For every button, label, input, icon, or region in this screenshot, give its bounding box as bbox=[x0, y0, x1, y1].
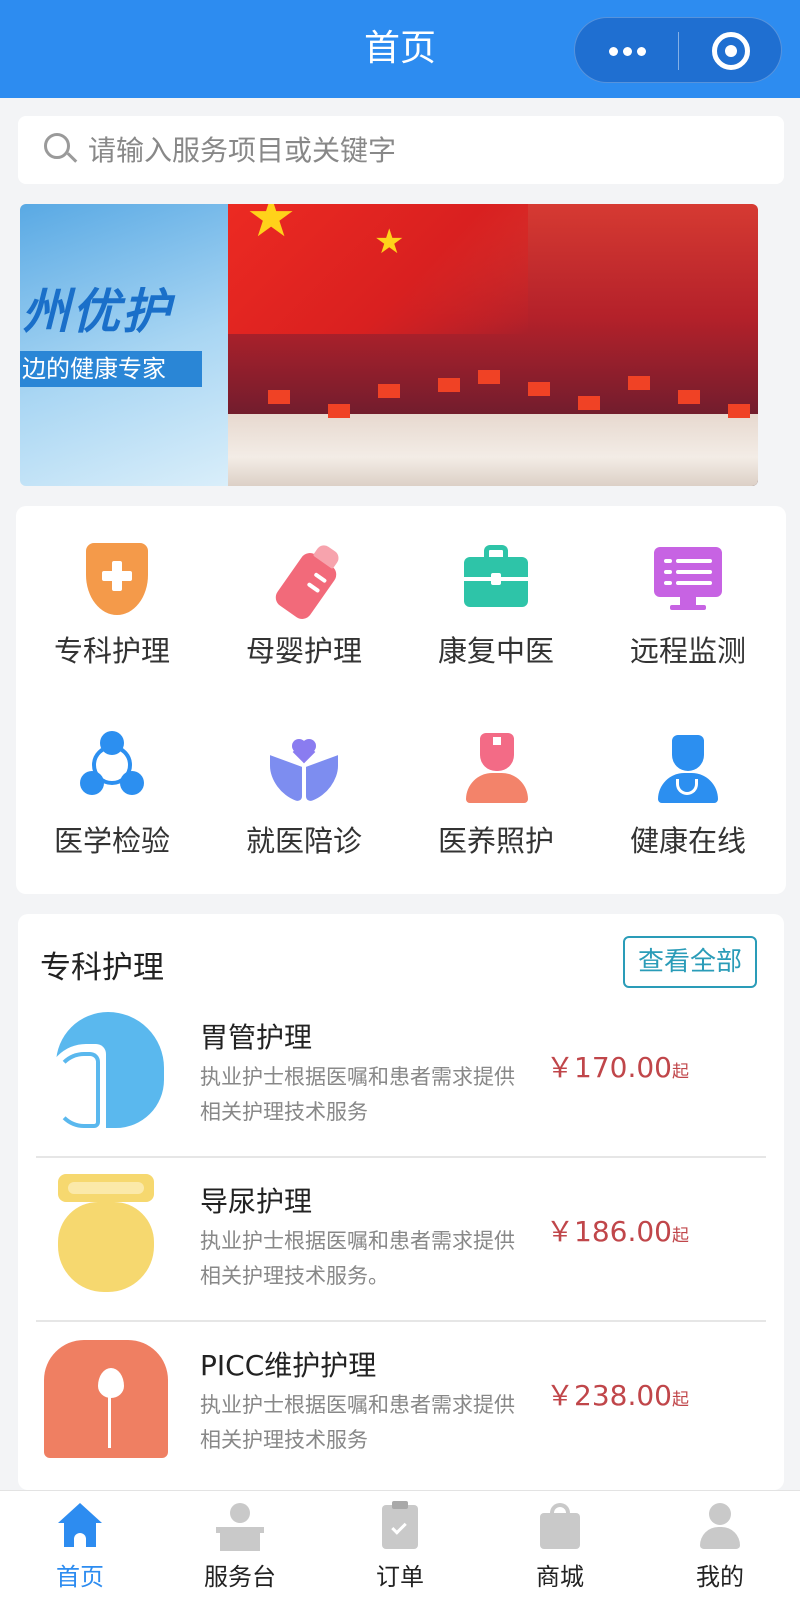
monitor-icon bbox=[652, 541, 724, 613]
category-medical-escort[interactable]: 就医陪诊 bbox=[208, 696, 400, 886]
flag-star-icon: ★ bbox=[374, 222, 405, 262]
target-circle-icon[interactable] bbox=[679, 18, 783, 84]
home-icon bbox=[54, 1499, 106, 1553]
search-bar[interactable] bbox=[18, 116, 784, 184]
category-elderly-care[interactable]: 医养照护 bbox=[400, 696, 592, 886]
tab-service-desk[interactable]: 服务台 bbox=[160, 1491, 320, 1605]
category-maternal-infant[interactable]: 母婴护理 bbox=[208, 506, 400, 696]
service-item[interactable]: PICC维护护理 执业护士根据医嘱和患者需求提供 相关护理技术服务 ￥238.0… bbox=[36, 1322, 766, 1486]
nurse-icon bbox=[460, 731, 532, 803]
shield-plus-icon bbox=[76, 541, 148, 615]
banner-slide-tagline: 边的健康专家 bbox=[20, 351, 202, 387]
tab-home[interactable]: 首页 bbox=[0, 1491, 160, 1605]
service-name: PICC维护护理 bbox=[200, 1349, 377, 1382]
nasogastric-tube-icon bbox=[44, 1008, 164, 1132]
user-icon bbox=[694, 1499, 746, 1553]
flag-star-icon: ★ bbox=[246, 204, 297, 250]
category-health-online[interactable]: 健康在线 bbox=[592, 696, 784, 886]
clipboard-check-icon bbox=[374, 1499, 426, 1553]
service-item[interactable]: 胃管护理 执业护士根据医嘱和患者需求提供 相关护理技术服务 ￥170.00起 bbox=[36, 994, 766, 1158]
tab-label: 商城 bbox=[536, 1563, 584, 1591]
banner-slide-current[interactable]: ★ ★ bbox=[228, 204, 758, 486]
service-price: ￥170.00起 bbox=[546, 1051, 689, 1084]
category-label: 就医陪诊 bbox=[245, 824, 362, 858]
network-nodes-icon bbox=[76, 731, 148, 803]
more-dots-icon[interactable] bbox=[575, 18, 679, 84]
category-rehab-tcm[interactable]: 康复中医 bbox=[400, 506, 592, 696]
category-label: 远程监测 bbox=[629, 634, 746, 668]
service-desk-icon bbox=[214, 1499, 266, 1553]
category-medical-testing[interactable]: 医学检验 bbox=[16, 696, 208, 886]
category-label: 专科护理 bbox=[53, 634, 170, 668]
service-description: 执业护士根据医嘱和患者需求提供 相关护理技术服务。 bbox=[200, 1229, 515, 1288]
service-name: 胃管护理 bbox=[200, 1021, 313, 1054]
service-name: 导尿护理 bbox=[200, 1185, 313, 1218]
urinary-catheter-icon bbox=[44, 1172, 164, 1296]
service-item[interactable]: 导尿护理 执业护士根据医嘱和患者需求提供 相关护理技术服务。 ￥186.00起 bbox=[36, 1158, 766, 1322]
tab-label: 首页 bbox=[56, 1563, 104, 1591]
tab-orders[interactable]: 订单 bbox=[320, 1491, 480, 1605]
category-label: 母婴护理 bbox=[245, 634, 362, 668]
view-all-button[interactable]: 查看全部 bbox=[623, 936, 757, 988]
service-description: 执业护士根据医嘱和患者需求提供 相关护理技术服务 bbox=[200, 1393, 515, 1452]
section-title: 专科护理 bbox=[40, 950, 164, 986]
service-price: ￥238.00起 bbox=[546, 1379, 689, 1412]
banner-slide-title: 州优护 bbox=[22, 284, 173, 340]
tab-label: 服务台 bbox=[204, 1563, 276, 1591]
banner-slide-prev[interactable]: 州优护 边的健康专家 bbox=[20, 204, 228, 486]
tab-mall[interactable]: 商城 bbox=[480, 1491, 640, 1605]
category-specialty-nursing[interactable]: 专科护理 bbox=[16, 506, 208, 696]
top-nav-bar: 首页 bbox=[0, 0, 800, 98]
hands-heart-icon bbox=[268, 731, 340, 803]
baby-bottle-icon bbox=[268, 541, 342, 623]
category-label: 医学检验 bbox=[53, 824, 170, 858]
medical-bag-icon bbox=[460, 541, 532, 613]
mini-program-capsule bbox=[574, 17, 782, 83]
service-price: ￥186.00起 bbox=[546, 1215, 689, 1248]
tab-mine[interactable]: 我的 bbox=[640, 1491, 800, 1605]
category-label: 健康在线 bbox=[629, 824, 746, 858]
category-label: 康复中医 bbox=[437, 634, 554, 668]
category-remote-monitoring[interactable]: 远程监测 bbox=[592, 506, 784, 696]
category-label: 医养照护 bbox=[437, 824, 554, 858]
shopping-bag-icon bbox=[534, 1499, 586, 1553]
tab-label: 订单 bbox=[376, 1563, 424, 1591]
search-input[interactable] bbox=[88, 126, 768, 174]
specialty-nursing-panel: 专科护理 查看全部 胃管护理 执业护士根据医嘱和患者需求提供 相关护理技术服务 … bbox=[18, 914, 784, 1490]
bottom-tab-bar: 首页 服务台 订单 商城 我的 bbox=[0, 1490, 800, 1605]
doctor-icon bbox=[652, 731, 724, 803]
search-icon bbox=[42, 131, 78, 167]
tab-label: 我的 bbox=[696, 1563, 744, 1591]
crowd-image bbox=[228, 414, 758, 486]
banner-carousel[interactable]: 州优护 边的健康专家 ★ ★ bbox=[20, 204, 758, 486]
service-description: 执业护士根据医嘱和患者需求提供 相关护理技术服务 bbox=[200, 1065, 515, 1124]
category-grid: 专科护理 母婴护理 康复中医 远程监测 医学检验 就医陪诊 医养照护 健康在线 bbox=[16, 506, 786, 894]
picc-line-icon bbox=[44, 1336, 168, 1460]
